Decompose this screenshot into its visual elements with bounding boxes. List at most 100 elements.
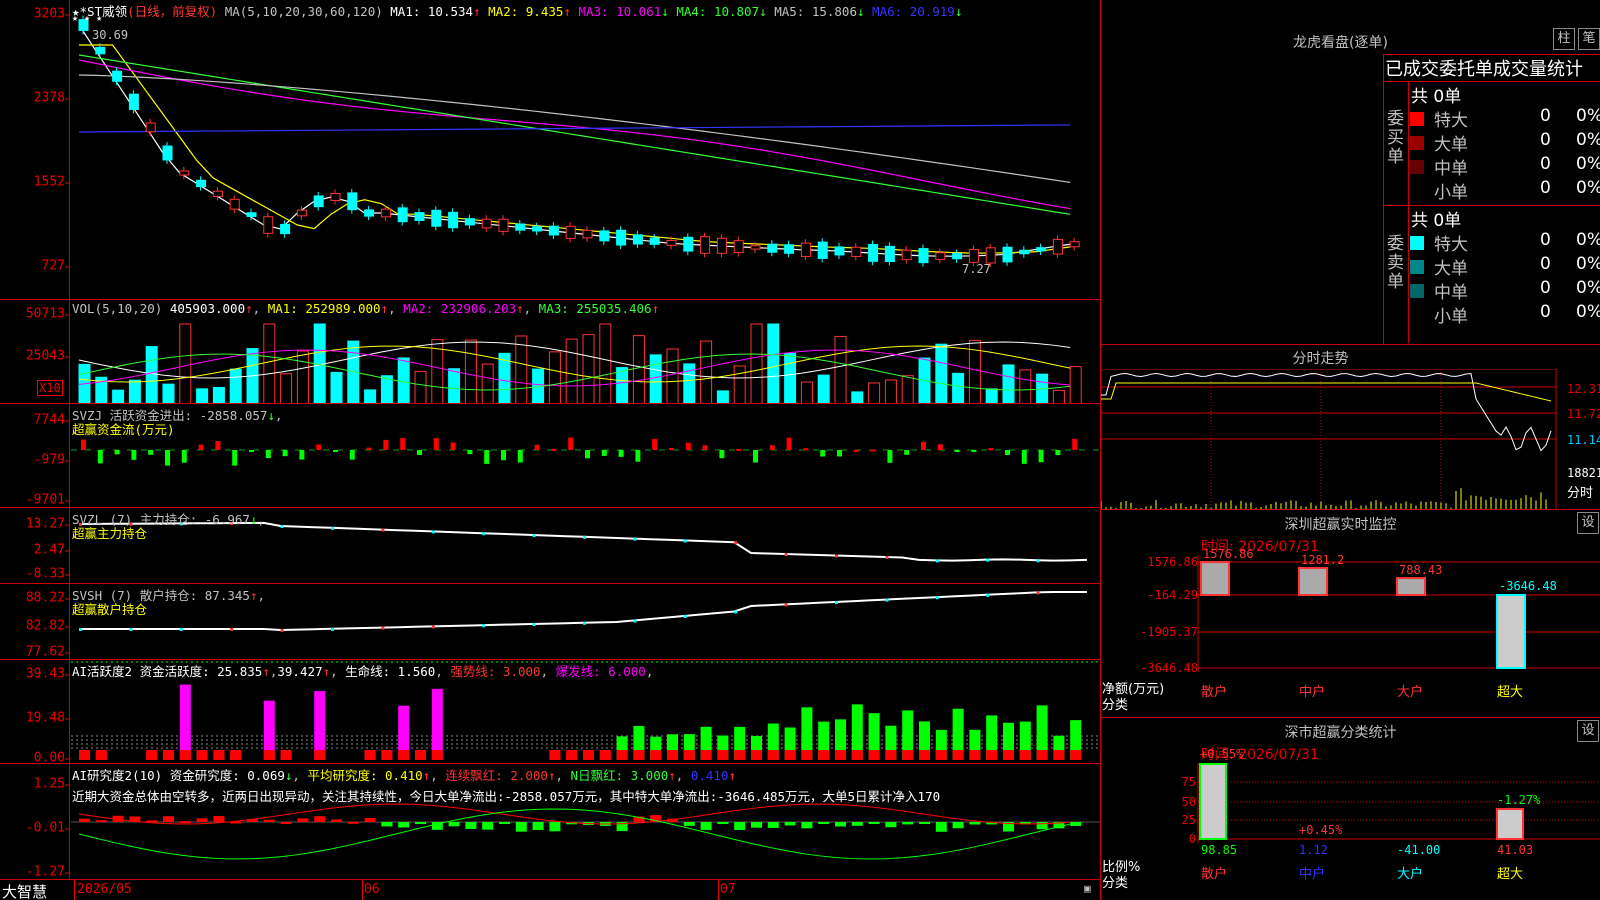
research-bar [1070,822,1082,826]
pct-label: +0.45% [1299,823,1343,837]
svzj-y-axis: 7744 -979 -9701 [0,404,70,507]
air-red: 连续飘红: 2.000 [445,768,548,783]
sz-class-panel[interactable]: 深市超赢分类统计 设 时间: 2026/07/31 75 50 25 0 +0.55% +… [1100,718,1600,900]
candle [582,229,593,239]
price-panel[interactable]: 3203 2378 1552 727 ★*ST威领(日线，前复权) MA(5,1… [0,0,1100,300]
volume-panel[interactable]: 50713 25043 X10 VOL(5,10,20) 405903.000↑… [0,300,1100,404]
flow-bar [685,442,691,450]
intra-tick: 11.72 [1567,407,1600,421]
volume-bar [935,343,948,403]
volume-bar [296,350,309,403]
flow-bar [837,450,842,457]
svsh-y-axis: 88.22 82.82 77.62 [0,584,70,659]
flow-bar [904,450,910,455]
x-label: 2026/05 [77,882,132,897]
flow-bar [719,450,725,459]
activity-base [717,750,729,760]
research-bar [515,822,527,832]
volume-bar [901,375,914,403]
ai-activity-panel[interactable]: 39.43 19.48 0.00 AI活跃度2 资金活跃度: 25.835↑,3… [0,660,1100,764]
flow-bar [417,450,422,456]
research-bar [835,822,846,827]
volume-bar [565,338,578,403]
flow-bar [1038,450,1044,463]
candle [683,236,694,252]
stroke-mode-button[interactable]: 笔 [1578,28,1600,50]
volume-bar [733,365,746,403]
holding-mark [280,525,284,528]
y-tick: 39.43 [25,666,70,682]
holding-mark [532,534,536,537]
stats-title: 已成交委托单成交量统计 [1385,59,1583,80]
ai-research-panel[interactable]: 1.25 -0.01 -1.27 AI研究度2(10) 资金研究度: 0.069… [0,764,1100,880]
intra-tick: 12.31 [1567,382,1600,396]
y-tick: 82.82 [25,618,70,634]
holding-mark [331,526,334,530]
intra-unit: 分时 [1567,486,1594,501]
ai2-strong: 强势线: 3.000 [450,664,541,679]
flow-bar [1021,450,1027,464]
intraday-panel[interactable]: 分时走势 12.31 11.72 11.14 18821 分时 [1100,345,1600,510]
pct-label: +0.55% [1200,747,1244,761]
candle [397,207,408,223]
research-bar [347,821,359,824]
activity-base [431,750,443,760]
activity-base [1070,750,1082,760]
candle [212,190,223,197]
flow-bar [450,442,456,450]
candle [784,244,795,254]
candle [800,242,811,257]
activity-base [616,750,628,760]
volume-bar [196,388,209,403]
arrow-icon: ↓ [954,4,963,19]
flow-bar [148,450,154,455]
activity-base [818,750,830,760]
activity-base [902,750,914,760]
volume-bar [464,339,477,403]
candle [330,193,341,201]
flow-bar [820,450,826,457]
lock-icon[interactable]: ▣ [1084,882,1091,895]
candle [817,241,828,259]
candle [95,46,106,55]
activity-base [667,750,678,760]
svzj-panel[interactable]: 7744 -979 -9701 SVZJ 活跃资金进出: -2858.057↓,… [0,404,1100,508]
sz-monitor-panel[interactable]: 深圳超赢实时监控 设 时间: 2026/07/31 1576.86 -164.29… [1100,510,1600,718]
svzl-panel[interactable]: 13.27 2.47 -8.33 SVZL (7) 主力持仓: -6.967↓,… [0,508,1100,584]
svsh-panel[interactable]: 88.22 82.82 77.62 SVSH (7) 散户持仓: 87.345↑… [0,584,1100,660]
research-bar [263,819,275,822]
svzl-y-axis: 13.27 2.47 -8.33 [0,508,70,583]
flow-bar [181,450,187,463]
vol-title: VOL(5,10,20) 405903.000↑, MA1: 252989.00… [72,301,660,316]
y-tick: 7744 [33,412,70,428]
holding-mark [986,558,990,562]
volume-bar [1019,369,1032,403]
candle [700,236,711,254]
bar-mode-button[interactable]: 柱 [1553,28,1575,50]
intra-vol: 18821 [1567,466,1600,480]
intraday-chart[interactable] [1101,369,1600,510]
volume-bar [851,391,864,403]
research-bar [465,822,477,830]
activity-bar [431,688,443,760]
volume-bar [632,335,645,403]
candle [1019,249,1030,255]
y-tick: 0.00 [33,750,70,764]
dragon-tiger-panel[interactable]: 龙虎看盘(逐单) 柱 笔 已成交委托单成交量统计 委买单 共 0单 特大00% … [1100,0,1600,345]
holding-mark [1036,591,1040,595]
activity-base [1019,750,1031,760]
activity-base [583,750,594,760]
y-tick: -8.33 [25,566,70,582]
activity-base [79,750,90,760]
research-bar [734,822,746,830]
research-bar [196,818,208,822]
y-tick: 77.62 [25,644,70,660]
flow-bar [921,441,926,450]
flow-bar [585,450,590,459]
research-bar [784,822,796,826]
arrow-icon: ↑ [563,4,571,19]
activity-base [633,750,645,760]
research-bar [499,822,510,824]
candlestick-chart[interactable] [71,0,1100,300]
holding-mark [734,610,738,614]
